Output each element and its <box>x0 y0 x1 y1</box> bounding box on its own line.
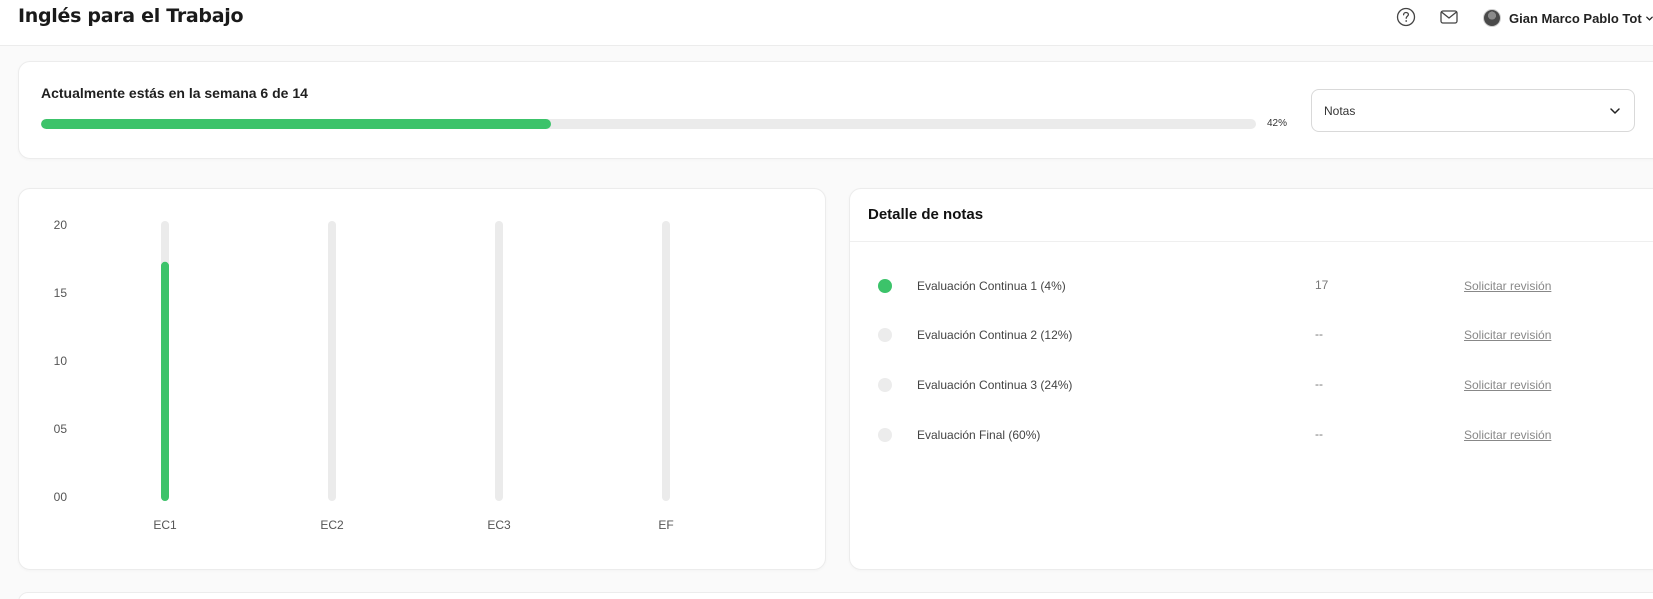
y-tick-label: 00 <box>54 490 68 504</box>
grades-chart: 00 05 10 15 20 EC1 EC2 EC3 EF <box>54 218 674 532</box>
request-review-link[interactable]: Solicitar revisión <box>1464 428 1551 442</box>
grade-score: 17 <box>1315 278 1329 292</box>
grade-name: Evaluación Continua 2 (12%) <box>917 328 1073 342</box>
y-tick-label: 15 <box>54 286 68 300</box>
x-tick-label: EC1 <box>153 518 177 532</box>
status-dot <box>878 428 892 442</box>
grade-score: -- <box>1315 327 1323 341</box>
y-tick-label: 05 <box>54 422 68 436</box>
status-dot <box>878 328 892 342</box>
bottom-card <box>18 592 1653 599</box>
avatar <box>1483 9 1501 27</box>
detail-title: Detalle de notas <box>868 206 984 223</box>
progress-bar <box>41 119 1256 129</box>
progress-card: Actualmente estás en la semana 6 de 14 4… <box>18 61 1653 159</box>
grade-score: -- <box>1315 427 1323 441</box>
request-review-link[interactable]: Solicitar revisión <box>1464 328 1551 342</box>
grade-name: Evaluación Continua 3 (24%) <box>917 378 1073 392</box>
help-circle-icon[interactable] <box>1396 7 1416 27</box>
view-select-value: Notas <box>1324 104 1356 118</box>
status-dot <box>878 279 892 293</box>
progress-bar-fill <box>41 119 552 129</box>
y-tick-label: 10 <box>54 354 68 368</box>
chevron-down-icon <box>1608 104 1622 118</box>
mail-icon[interactable] <box>1439 7 1459 27</box>
view-select[interactable]: Notas <box>1311 89 1635 132</box>
x-tick-label: EF <box>658 518 673 532</box>
request-review-link[interactable]: Solicitar revisión <box>1464 279 1551 293</box>
top-bar: Inglés para el Trabajo Gian Marco Pablo … <box>0 0 1653 46</box>
grade-row: Evaluación Continua 3 (24%) -- Solicitar… <box>850 372 1653 398</box>
page-title: Inglés para el Trabajo <box>18 5 244 27</box>
x-tick-label: EC2 <box>320 518 344 532</box>
y-tick-label: 20 <box>54 218 68 232</box>
user-name: Gian Marco Pablo Tot <box>1509 10 1642 26</box>
chevron-down-icon <box>1645 14 1653 23</box>
grade-row: Evaluación Continua 2 (12%) -- Solicitar… <box>850 322 1653 348</box>
divider <box>850 241 1653 242</box>
grade-row: Evaluación Continua 1 (4%) 17 Solicitar … <box>850 273 1653 299</box>
grades-detail-card: Detalle de notas Evaluación Continua 1 (… <box>849 188 1653 570</box>
x-tick-label: EC3 <box>487 518 511 532</box>
progress-percent: 42% <box>1267 118 1288 129</box>
status-dot <box>878 378 892 392</box>
week-progress-text: Actualmente estás en la semana 6 de 14 <box>41 85 308 101</box>
grade-row: Evaluación Final (60%) -- Solicitar revi… <box>850 422 1653 448</box>
grade-name: Evaluación Final (60%) <box>917 428 1041 442</box>
request-review-link[interactable]: Solicitar revisión <box>1464 378 1551 392</box>
grades-chart-card: 00 05 10 15 20 EC1 EC2 EC3 EF <box>18 188 826 570</box>
grade-score: -- <box>1315 377 1323 391</box>
user-menu[interactable]: Gian Marco Pablo Tot <box>1483 8 1653 28</box>
grade-name: Evaluación Continua 1 (4%) <box>917 279 1066 293</box>
